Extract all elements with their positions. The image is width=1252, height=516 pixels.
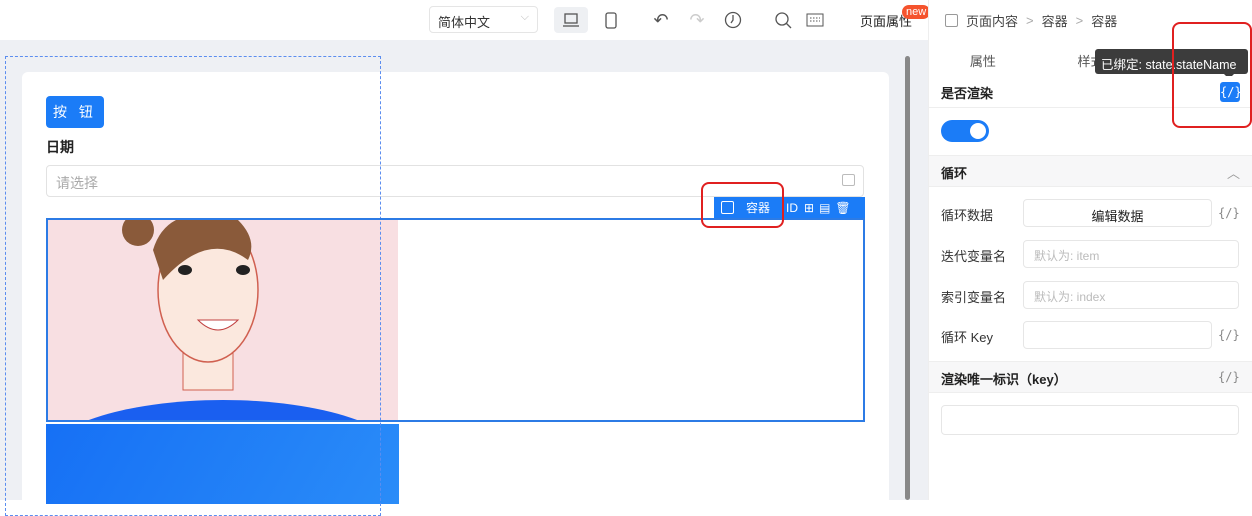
delete-icon[interactable]: 🗑 (835, 201, 850, 215)
loop-data-label: 循环数据 (941, 208, 994, 223)
calendar-icon (842, 174, 855, 186)
language-value: 简体中文 (438, 15, 491, 30)
canvas-scrollbar[interactable] (905, 56, 910, 500)
mobile-view-button[interactable] (598, 7, 624, 33)
index-var-input[interactable]: 默认为: index (1023, 281, 1239, 309)
loop-key-input[interactable] (1023, 321, 1212, 349)
edit-data-button[interactable]: 编辑数据 (1023, 199, 1212, 227)
keyboard-icon[interactable] (802, 7, 828, 33)
loop-key-label: 循环 Key (941, 330, 994, 345)
bind-variable-icon[interactable]: {/} (1218, 370, 1240, 384)
breadcrumb-item[interactable]: 页面内容 (966, 11, 1018, 30)
desktop-view-button[interactable] (554, 7, 588, 33)
bind-variable-icon[interactable]: {/} (1218, 328, 1240, 342)
loop-section-header[interactable]: 循环 ︿ (929, 155, 1252, 187)
history-icon[interactable] (720, 7, 746, 33)
iter-var-input[interactable]: 默认为: item (1023, 240, 1239, 268)
highlight-box (1172, 22, 1252, 128)
render-toggle[interactable] (941, 120, 989, 142)
phone-icon (605, 11, 617, 29)
language-select[interactable]: 简体中文 ⌵ (429, 6, 538, 33)
page-icon (945, 14, 958, 27)
chevron-down-icon: ⌵ (520, 11, 529, 23)
selected-container[interactable] (46, 218, 865, 422)
iter-var-label: 迭代变量名 (941, 249, 1007, 264)
key-input[interactable] (941, 405, 1239, 435)
add-icon[interactable]: ⊞ (804, 201, 814, 215)
chevron-up-icon: ︿ (1226, 166, 1240, 181)
breadcrumb-item[interactable]: 容器 (1042, 11, 1068, 30)
search-icon[interactable] (770, 7, 796, 33)
key-section-header: 渲染唯一标识（key） (929, 361, 1252, 393)
highlight-box (701, 182, 784, 228)
undo-icon[interactable]: ↶ (648, 7, 674, 33)
copy-icon[interactable]: ▤ (819, 201, 830, 215)
id-button[interactable]: ID (786, 201, 798, 215)
new-badge: new (902, 5, 931, 19)
redo-icon[interactable]: ↷ (684, 7, 710, 33)
tab-properties[interactable]: 属性 (929, 42, 1037, 77)
laptop-icon (563, 13, 579, 27)
top-toolbar: 简体中文 ⌵ ↶ ↷ 页面属性 new (0, 0, 931, 40)
breadcrumb: 页面内容 > 容器 > 容器 (945, 11, 1117, 30)
bind-variable-icon[interactable]: {/} (1218, 206, 1240, 220)
index-var-label: 索引变量名 (941, 290, 1007, 305)
breadcrumb-item[interactable]: 容器 (1091, 11, 1117, 30)
